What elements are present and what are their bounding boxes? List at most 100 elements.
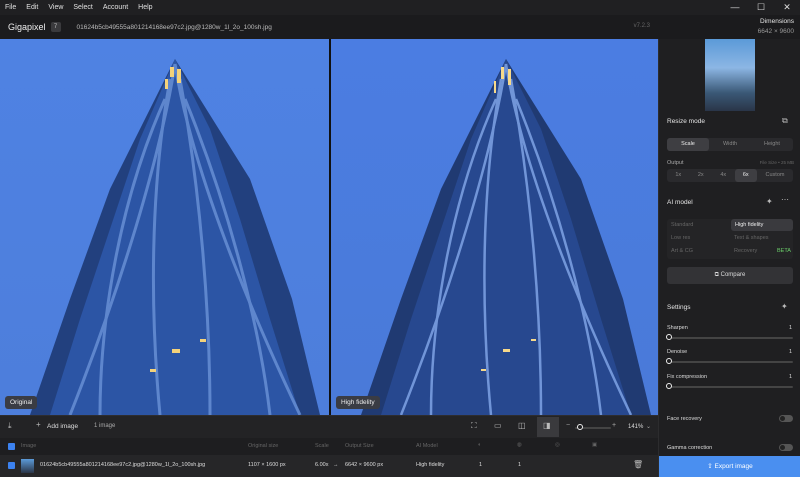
settings-title: Settings — [667, 304, 691, 311]
fit-icon[interactable]: ⛶ — [471, 421, 477, 431]
minimize-icon[interactable]: — — [722, 0, 748, 15]
side-by-side-view-button[interactable]: ◨ — [537, 417, 559, 437]
row-filename: 01624b5cb49555a801214168ee97c2.jpg@1280w… — [40, 462, 206, 468]
resize-tabs: Scale Width Height — [667, 138, 793, 151]
denoise-col-icon: ◍ — [517, 442, 522, 448]
zoom-knob[interactable] — [577, 424, 583, 430]
fix-compression-slider[interactable] — [669, 386, 793, 388]
row-scale: 6.00x — [315, 462, 329, 468]
model-low-res[interactable]: Low res — [671, 235, 690, 241]
fix-compression-knob[interactable] — [666, 383, 672, 389]
row-original-size: 1107 × 1600 px — [248, 462, 286, 468]
row-arrow-icon: → — [333, 462, 339, 468]
chevron-down-icon[interactable]: ⌄ — [646, 423, 651, 430]
model-label: High fidelity — [336, 396, 380, 409]
scale-custom[interactable]: Custom — [757, 169, 793, 182]
original-label: Original — [5, 396, 38, 409]
bottom-toolbar: ⤓ + Add image 1 image ⛶ ▭ ◫ ◨ − + 141% ⌄ — [0, 415, 658, 438]
compare-button[interactable]: ⧉ Compare — [667, 267, 793, 284]
enhanced-preview[interactable]: High fidelity — [331, 39, 658, 415]
model-grid: Standard High fidelity Low res Text & sh… — [667, 219, 793, 259]
export-label: Export image — [714, 463, 753, 470]
menu-select[interactable]: Select — [68, 4, 97, 11]
original-preview[interactable]: Original — [0, 39, 329, 415]
crop-icon[interactable]: ⧉ — [782, 116, 788, 126]
col-original-size: Original size — [248, 443, 279, 449]
scale-4x[interactable]: 4x — [712, 169, 735, 182]
model-art-cg[interactable]: Art & CG — [671, 248, 693, 254]
col-output-size: Output Size — [345, 443, 374, 449]
menu-bar: File Edit View Select Account Help — [0, 0, 800, 15]
model-high-fidelity[interactable]: High fidelity — [731, 219, 793, 231]
maximize-icon[interactable]: ☐ — [748, 0, 774, 15]
split-view-icon[interactable]: ◫ — [518, 421, 526, 430]
sharpen-knob[interactable] — [666, 334, 672, 340]
select-all-checkbox[interactable] — [8, 443, 15, 450]
compression-col-icon: ◎ — [555, 442, 560, 448]
row-sharpen-value: 1 — [479, 462, 483, 468]
table-row[interactable]: 01624b5cb49555a801214168ee97c2.jpg@1280w… — [0, 455, 658, 477]
scale-options: 1x 2x 4x 6x Custom — [667, 169, 793, 182]
version-badge[interactable]: 7 — [50, 22, 61, 32]
image-count: 1 image — [94, 423, 116, 429]
zoom-level[interactable]: 141% — [628, 424, 643, 430]
col-scale: Scale — [315, 443, 329, 449]
denoise-value: 1 — [788, 349, 792, 355]
title-bar: Gigapixel 7 01624b5cb49555a801214168ee97… — [0, 15, 658, 39]
close-icon[interactable]: ✕ — [774, 0, 800, 15]
model-recovery[interactable]: Recovery — [734, 248, 757, 254]
denoise-slider[interactable] — [669, 361, 793, 363]
file-name: 01624b5cb49555a801214168ee97c2.jpg@1280w… — [76, 23, 272, 31]
sharpen-col-icon: ◐ — [478, 442, 482, 448]
tab-width[interactable]: Width — [709, 138, 751, 151]
zoom-in-icon[interactable]: + — [612, 422, 616, 429]
trash-icon[interactable]: 🗑 — [633, 460, 643, 469]
face-recovery-toggle[interactable] — [779, 415, 793, 422]
single-view-icon[interactable]: ▭ — [494, 421, 502, 430]
tower-original-image — [30, 59, 320, 415]
model-standard[interactable]: Standard — [671, 222, 693, 228]
settings-panel: Resize mode ⧉ Scale Width Height Output … — [658, 39, 800, 477]
zoom-out-icon[interactable]: − — [566, 422, 570, 429]
sharpen-slider[interactable] — [669, 337, 793, 339]
collapse-icon[interactable]: ⤓ — [8, 421, 12, 431]
tab-scale[interactable]: Scale — [667, 138, 709, 151]
gamma-correction-label: Gamma correction — [667, 445, 713, 451]
fix-compression-value: 1 — [788, 374, 792, 380]
more-icon[interactable]: ⋯ — [781, 195, 789, 204]
menu-edit[interactable]: Edit — [21, 4, 43, 11]
add-image-button[interactable]: Add image — [47, 423, 78, 430]
menu-file[interactable]: File — [0, 4, 21, 11]
col-ai-model: AI Model — [416, 443, 438, 449]
scale-2x[interactable]: 2x — [690, 169, 713, 182]
sharpen-label: Sharpen — [667, 325, 688, 331]
output-label: Output — [667, 160, 684, 166]
tab-height[interactable]: Height — [751, 138, 793, 151]
gamma-correction-toggle[interactable] — [779, 444, 793, 451]
menu-help[interactable]: Help — [133, 4, 157, 11]
navigator-thumbnail[interactable] — [705, 39, 755, 111]
export-button[interactable]: ⇪ Export image — [659, 456, 800, 477]
plus-icon[interactable]: + — [36, 420, 41, 429]
model-text-shapes[interactable]: Text & shapes — [734, 235, 769, 241]
dimensions-value: 6642 × 9600 — [757, 28, 794, 35]
row-denoise-value: 1 — [518, 462, 522, 468]
fix-compression-label: Fix compression — [667, 374, 708, 380]
face-col-icon: ▣ — [592, 442, 598, 448]
row-checkbox[interactable] — [8, 462, 15, 469]
dimensions-label: Dimensions — [760, 18, 794, 25]
sparkle-icon[interactable]: ✦ — [766, 197, 773, 206]
menu-view[interactable]: View — [43, 4, 68, 11]
row-output-size: 6642 × 9600 px — [345, 462, 384, 468]
sparkle-icon[interactable]: ✦ — [781, 302, 788, 311]
scale-6x[interactable]: 6x — [734, 169, 757, 182]
menu-account[interactable]: Account — [98, 4, 133, 11]
row-ai-model: High fidelity — [416, 462, 445, 468]
col-image: Image — [21, 443, 37, 449]
dimensions-readout: Dimensions 6642 × 9600 — [758, 17, 794, 37]
table-header: Image Original size Scale Output Size AI… — [0, 438, 658, 455]
denoise-knob[interactable] — [666, 358, 672, 364]
scale-1x[interactable]: 1x — [667, 169, 690, 182]
output-hint: File Size • 25 MB — [759, 160, 794, 165]
compare-label: Compare — [720, 272, 746, 278]
